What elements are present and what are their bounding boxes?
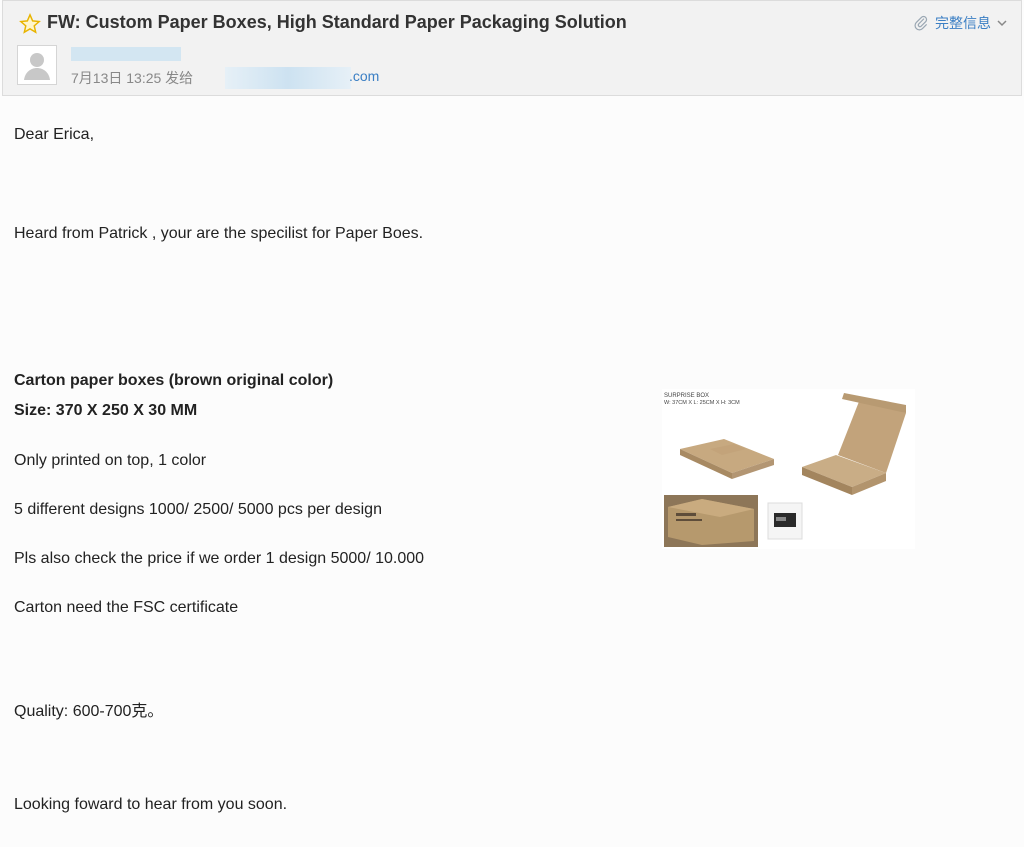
email-subject: FW: Custom Paper Boxes, High Standard Pa… — [47, 12, 627, 32]
sender-name-redacted — [71, 47, 181, 61]
box-contents-thumbnail — [767, 502, 803, 540]
certificate-text: Carton need the FSC certificate — [14, 599, 239, 616]
avatar — [17, 45, 57, 85]
paperclip-icon — [914, 15, 928, 31]
product-size: Size: 370 X 250 X 30 MM — [14, 402, 198, 419]
quality-text: Quality: 600-700克。 — [14, 703, 164, 720]
recipient-address-redacted — [225, 67, 351, 89]
sent-date: 7月13日 13:25 发给 — [71, 70, 194, 86]
chevron-down-icon[interactable] — [997, 18, 1007, 28]
full-info-label[interactable]: 完整信息 — [935, 13, 991, 33]
intro-text: Heard from Patrick , your are the specil… — [14, 225, 424, 242]
image-caption-title: SURPRISE BOX — [664, 393, 709, 399]
box-photo-thumbnail — [664, 495, 758, 547]
user-avatar-icon — [24, 53, 50, 80]
product-title: Carton paper boxes (brown original color… — [14, 372, 334, 389]
recipient-address-suffix[interactable]: .com — [349, 68, 379, 84]
greeting: Dear Erica, — [14, 126, 95, 143]
full-info-toggle[interactable]: 完整信息 — [913, 13, 1007, 33]
product-image[interactable]: SURPRISE BOX W: 37CM X L: 25CM X H: 3CM — [662, 389, 915, 549]
email-header: FW: Custom Paper Boxes, High Standard Pa… — [2, 0, 1022, 96]
image-caption-dims: W: 37CM X L: 25CM X H: 3CM — [664, 400, 740, 406]
star-icon[interactable] — [19, 13, 41, 35]
box-photo-illustration: SURPRISE BOX W: 37CM X L: 25CM X H: 3CM — [662, 389, 915, 549]
printing-text: Only printed on top, 1 color — [14, 452, 207, 469]
designs-text: 5 different designs 1000/ 2500/ 5000 pcs… — [14, 501, 382, 518]
closing-text: Looking foward to hear from you soon. — [14, 796, 288, 813]
price-check-text: Pls also check the price if we order 1 d… — [14, 550, 425, 567]
